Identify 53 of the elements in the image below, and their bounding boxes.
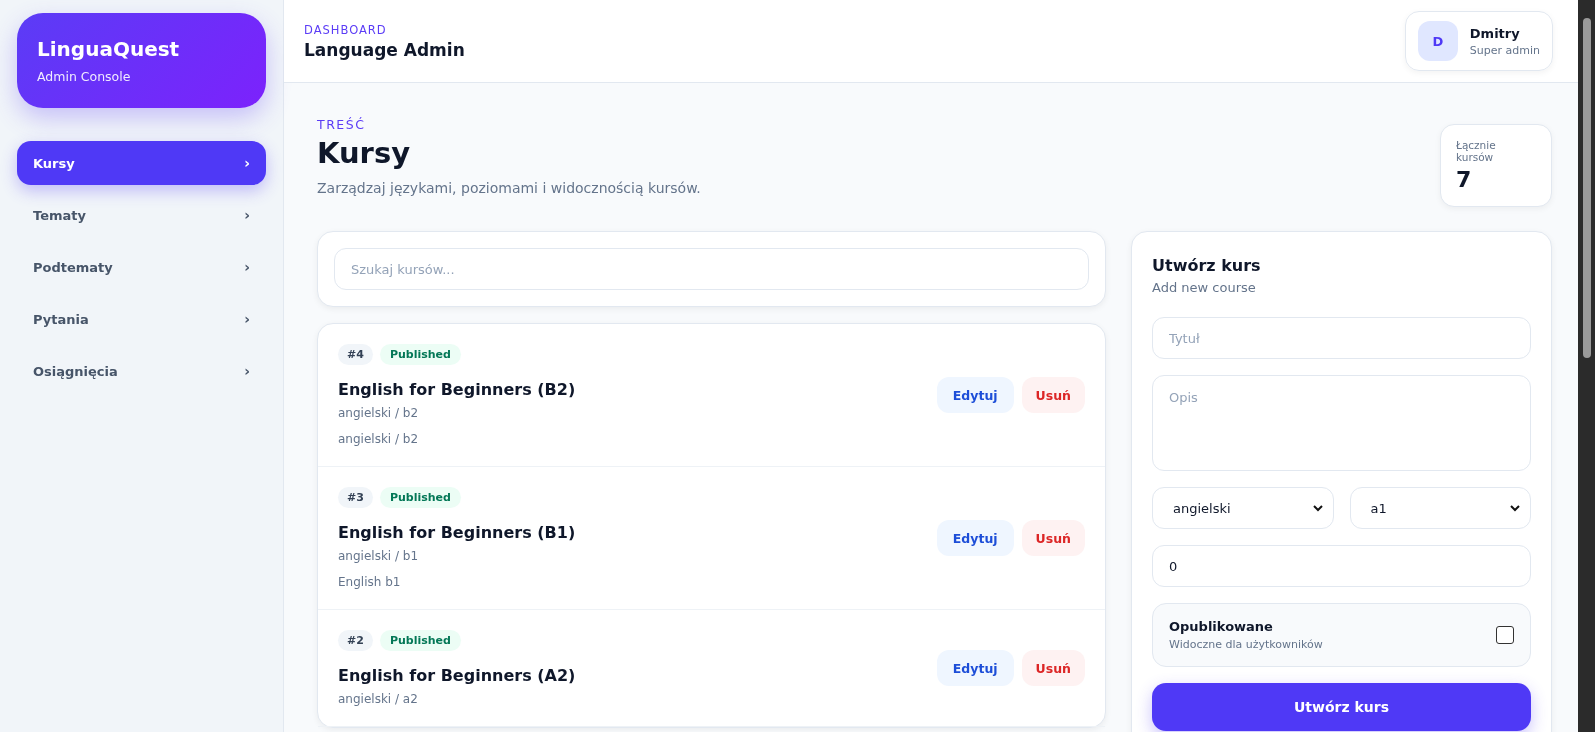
language-select[interactable]: angielski: [1152, 487, 1334, 529]
course-id: #2: [338, 630, 373, 651]
nav-item[interactable]: Podtematy ›: [17, 245, 266, 289]
course-title: English for Beginners (B1): [338, 523, 576, 542]
form-subtitle: Add new course: [1152, 280, 1257, 295]
status-badge: Published: [379, 344, 461, 365]
user-name: Dmitry: [1469, 25, 1521, 41]
user-card[interactable]: D Dmitry Super admin: [1404, 11, 1553, 71]
form-title: Utwórz kurs: [1152, 256, 1262, 275]
brand-title: LinguaQuest: [37, 37, 181, 61]
edit-button[interactable]: Edytuj: [936, 377, 1014, 413]
caret-icon: [1312, 504, 1323, 512]
course-description: English b1: [338, 575, 402, 589]
edit-button[interactable]: Edytuj: [936, 520, 1014, 556]
description-field[interactable]: Opis: [1152, 375, 1531, 471]
published-hint: Widoczne dla użytkowników: [1169, 638, 1323, 651]
course-title: English for Beginners (B2): [338, 380, 576, 399]
published-label: Opublikowane: [1169, 619, 1274, 634]
course-path: angielski / b1: [338, 549, 420, 563]
title-field[interactable]: Tytuł: [1152, 317, 1531, 359]
brand-subtitle: Admin Console: [37, 69, 132, 84]
stat-value: 7: [1456, 167, 1473, 192]
caret-icon: [1510, 504, 1520, 512]
delete-button[interactable]: Usuń: [1021, 520, 1085, 556]
edit-button[interactable]: Edytuj: [936, 650, 1014, 686]
header-eyebrow: DASHBOARD: [304, 22, 388, 37]
header-title: Language Admin: [304, 39, 465, 60]
nav-item[interactable]: Tematy ›: [17, 193, 266, 237]
delete-button[interactable]: Usuń: [1021, 650, 1085, 686]
user-role: Super admin: [1469, 43, 1540, 57]
page-eyebrow: TREŚĆ: [317, 117, 367, 132]
delete-button[interactable]: Usuń: [1021, 377, 1085, 413]
level-select[interactable]: a1: [1349, 487, 1531, 529]
order-field[interactable]: 0: [1152, 545, 1531, 587]
avatar: D: [1417, 21, 1458, 61]
status-badge: Published: [379, 630, 461, 651]
status-badge: Published: [379, 487, 461, 508]
nav-item[interactable]: Pytania ›: [17, 297, 266, 341]
course-path: angielski / b2: [338, 406, 420, 420]
course-id: #3: [338, 487, 373, 508]
stat-label: Łącznie kursów: [1456, 139, 1497, 163]
nav-item[interactable]: Kursy ›: [17, 141, 266, 185]
course-path: angielski / a2: [338, 692, 419, 706]
course-title: English for Beginners (A2): [338, 666, 576, 685]
page-title: Kursy: [317, 136, 412, 170]
search-field[interactable]: Szukaj kursów...: [334, 248, 1089, 290]
course-description: angielski / b2: [338, 432, 420, 446]
page-subtitle: Zarządzaj językami, poziomami i widocznością kursów.: [317, 180, 701, 196]
create-course-button[interactable]: Utwórz kurs: [1152, 683, 1531, 731]
published-checkbox[interactable]: [1496, 626, 1514, 644]
scrollbar[interactable]: [1578, 0, 1595, 732]
course-id: #4: [338, 344, 373, 365]
nav-item[interactable]: Osiągnięcia ›: [17, 349, 266, 393]
